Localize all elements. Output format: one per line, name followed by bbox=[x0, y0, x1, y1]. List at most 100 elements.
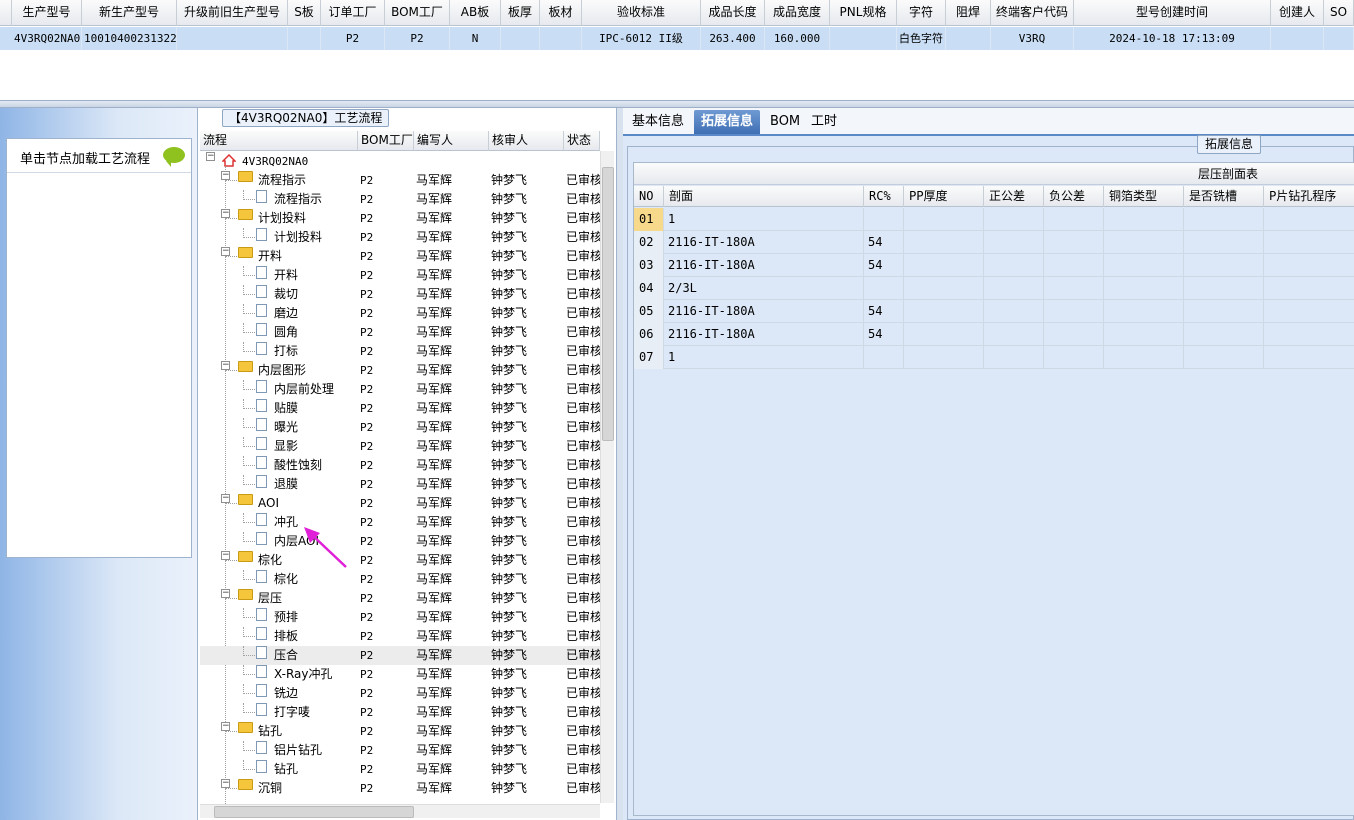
top-grid-header-cell[interactable]: S板 bbox=[288, 0, 321, 26]
tree-node-row[interactable]: 计划投料 P2 马军辉 钟梦飞 已审核 bbox=[200, 228, 600, 247]
top-grid-header-cell[interactable]: 生产型号 bbox=[12, 0, 82, 26]
profile-header-cell[interactable]: 铜箔类型 bbox=[1104, 186, 1184, 207]
profile-header-cell[interactable]: P片钻孔程序 bbox=[1264, 186, 1354, 207]
tree-node-row[interactable]: 贴膜 P2 马军辉 钟梦飞 已审核 bbox=[200, 399, 600, 418]
tree-node-row[interactable]: 显影 P2 马军辉 钟梦飞 已审核 bbox=[200, 437, 600, 456]
top-grid-header-cell[interactable]: 型号创建时间 bbox=[1074, 0, 1271, 26]
top-grid-header-cell[interactable]: PNL规格 bbox=[830, 0, 897, 26]
tree-node-row[interactable]: 酸性蚀刻 P2 马军辉 钟梦飞 已审核 bbox=[200, 456, 600, 475]
top-grid-header-cell[interactable]: 订单工厂 bbox=[321, 0, 385, 26]
profile-header-cell[interactable]: 剖面 bbox=[664, 186, 864, 207]
profile-row[interactable]: 03 2116-IT-180A 54 bbox=[634, 254, 1354, 277]
tree-node-row[interactable]: 打标 P2 马军辉 钟梦飞 已审核 bbox=[200, 342, 600, 361]
tree-collapse-icon[interactable]: − bbox=[221, 209, 230, 218]
profile-row[interactable]: 01 1 bbox=[634, 208, 1354, 231]
tree-node-row[interactable]: 预排 P2 马军辉 钟梦飞 已审核 bbox=[200, 608, 600, 627]
tree-node-row[interactable]: − 内层图形 P2 马军辉 钟梦飞 已审核 bbox=[200, 361, 600, 380]
tree-header-cell[interactable]: 编写人 bbox=[414, 131, 489, 151]
tree-collapse-icon[interactable]: − bbox=[221, 722, 230, 731]
tree-node-row[interactable]: 打字唛 P2 马军辉 钟梦飞 已审核 bbox=[200, 703, 600, 722]
tree-horizontal-scroll-thumb[interactable] bbox=[214, 806, 414, 818]
top-grid-header-cell[interactable]: SO bbox=[1324, 0, 1354, 26]
profile-header-cell[interactable]: RC% bbox=[864, 186, 904, 207]
profile-row[interactable]: 05 2116-IT-180A 54 bbox=[634, 300, 1354, 323]
top-grid-header-cell[interactable]: 板材 bbox=[540, 0, 582, 26]
horizontal-splitter[interactable] bbox=[0, 100, 1354, 108]
tree-node-row[interactable]: X-Ray冲孔 P2 马军辉 钟梦飞 已审核 bbox=[200, 665, 600, 684]
tree-node-status: 已审核 bbox=[566, 173, 600, 187]
tree-header-cell[interactable]: 流程 bbox=[200, 131, 358, 151]
tree-node-row[interactable]: 钻孔 P2 马军辉 钟梦飞 已审核 bbox=[200, 760, 600, 779]
tree-collapse-icon[interactable]: − bbox=[221, 361, 230, 370]
tree-header-cell[interactable]: 状态 bbox=[564, 131, 600, 151]
flow-load-caption-bar[interactable]: 单击节点加载工艺流程 bbox=[7, 139, 191, 173]
tree-collapse-icon[interactable]: − bbox=[221, 589, 230, 598]
tree-node-row[interactable]: 内层前处理 P2 马军辉 钟梦飞 已审核 bbox=[200, 380, 600, 399]
tree-node-status: 已审核 bbox=[566, 439, 600, 453]
tree-node-row[interactable]: 内层AOI P2 马军辉 钟梦飞 已审核 bbox=[200, 532, 600, 551]
tree-node-row[interactable]: 压合 P2 马军辉 钟梦飞 已审核 bbox=[200, 646, 600, 665]
top-grid-header-cell[interactable]: 新生产型号 bbox=[82, 0, 177, 26]
tree-node-row[interactable]: 冲孔 P2 马军辉 钟梦飞 已审核 bbox=[200, 513, 600, 532]
top-grid-header-cell[interactable]: 成品宽度 bbox=[765, 0, 830, 26]
top-grid-header-cell[interactable]: 成品长度 bbox=[701, 0, 765, 26]
tree-node-row[interactable]: 铝片钻孔 P2 马军辉 钟梦飞 已审核 bbox=[200, 741, 600, 760]
tab-extended-info[interactable]: 拓展信息 bbox=[694, 110, 761, 134]
profile-row[interactable]: 07 1 bbox=[634, 346, 1354, 369]
top-grid-header-cell[interactable]: BOM工厂 bbox=[385, 0, 450, 26]
tree-header-cell[interactable]: 核审人 bbox=[489, 131, 564, 151]
tree-node-row[interactable]: 磨边 P2 马军辉 钟梦飞 已审核 bbox=[200, 304, 600, 323]
tree-node-row[interactable]: − 层压 P2 马军辉 钟梦飞 已审核 bbox=[200, 589, 600, 608]
top-grid-header-cell[interactable]: 阻焊 bbox=[946, 0, 991, 26]
profile-row[interactable]: 06 2116-IT-180A 54 bbox=[634, 323, 1354, 346]
tree-root-row[interactable]: − 4V3RQ02NA0 bbox=[200, 152, 600, 171]
tree-horizontal-scrollbar[interactable] bbox=[200, 804, 600, 818]
profile-header-cell[interactable]: NO bbox=[634, 186, 664, 207]
tree-header-cell[interactable]: BOM工厂 bbox=[358, 131, 414, 151]
tree-vertical-scrollbar[interactable] bbox=[600, 151, 614, 803]
tree-vertical-scroll-thumb[interactable] bbox=[602, 167, 614, 441]
tree-node-row[interactable]: − 沉铜 P2 马军辉 钟梦飞 已审核 bbox=[200, 779, 600, 798]
profile-header-cell[interactable]: PP厚度 bbox=[904, 186, 984, 207]
tree-node-row[interactable]: − 流程指示 P2 马军辉 钟梦飞 已审核 bbox=[200, 171, 600, 190]
tree-collapse-icon[interactable]: − bbox=[221, 779, 230, 788]
tree-node-bom: P2 bbox=[360, 288, 374, 301]
tree-node-row[interactable]: 退膜 P2 马军辉 钟梦飞 已审核 bbox=[200, 475, 600, 494]
tree-node-row[interactable]: 圆角 P2 马军辉 钟梦飞 已审核 bbox=[200, 323, 600, 342]
tree-node-row[interactable]: − 钻孔 P2 马军辉 钟梦飞 已审核 bbox=[200, 722, 600, 741]
profile-row[interactable]: 04 2/3L bbox=[634, 277, 1354, 300]
top-grid-header-cell[interactable]: 创建人 bbox=[1271, 0, 1324, 26]
tree-collapse-icon[interactable]: − bbox=[206, 152, 215, 161]
profile-header-cell[interactable]: 是否铣槽 bbox=[1184, 186, 1264, 207]
profile-header-cell[interactable]: 负公差 bbox=[1044, 186, 1104, 207]
profile-row[interactable]: 02 2116-IT-180A 54 bbox=[634, 231, 1354, 254]
top-grid-header-cell[interactable]: 验收标准 bbox=[582, 0, 701, 26]
tree-node-row[interactable]: − 棕化 P2 马军辉 钟梦飞 已审核 bbox=[200, 551, 600, 570]
tree-collapse-icon[interactable]: − bbox=[221, 551, 230, 560]
tree-node-row[interactable]: − 开料 P2 马军辉 钟梦飞 已审核 bbox=[200, 247, 600, 266]
top-grid-header-cell[interactable]: 板厚 bbox=[501, 0, 540, 26]
tree-node-row[interactable]: 流程指示 P2 马军辉 钟梦飞 已审核 bbox=[200, 190, 600, 209]
tree-node-row[interactable]: 排板 P2 马军辉 钟梦飞 已审核 bbox=[200, 627, 600, 646]
tree-node-row[interactable]: − AOI P2 马军辉 钟梦飞 已审核 bbox=[200, 494, 600, 513]
tree-node-row[interactable]: 棕化 P2 马军辉 钟梦飞 已审核 bbox=[200, 570, 600, 589]
top-grid-header-cell[interactable]: AB板 bbox=[450, 0, 501, 26]
tree-node-label: 贴膜 bbox=[274, 401, 299, 415]
product-model-grid-row[interactable]: 4V3RQ02NA0 10010400231322 P2 P2 N IPC-6012 II… bbox=[0, 27, 1354, 50]
tab-work-hours[interactable]: 工时 bbox=[804, 110, 844, 134]
tab-basic-info[interactable]: 基本信息 bbox=[625, 110, 691, 134]
top-grid-header-cell[interactable]: 字符 bbox=[897, 0, 946, 26]
tree-node-row[interactable]: 裁切 P2 马军辉 钟梦飞 已审核 bbox=[200, 285, 600, 304]
tree-node-row[interactable]: − 计划投料 P2 马军辉 钟梦飞 已审核 bbox=[200, 209, 600, 228]
top-grid-header-cell[interactable]: 升级前旧生产型号 bbox=[177, 0, 288, 26]
tree-collapse-icon[interactable]: − bbox=[221, 494, 230, 503]
tab-bom[interactable]: BOM bbox=[763, 110, 807, 134]
tree-node-row[interactable]: 开料 P2 马军辉 钟梦飞 已审核 bbox=[200, 266, 600, 285]
top-grid-header-cell[interactable]: 终端客户代码 bbox=[991, 0, 1074, 26]
profile-header-cell[interactable]: 正公差 bbox=[984, 186, 1044, 207]
tree-node-row[interactable]: 铣边 P2 马军辉 钟梦飞 已审核 bbox=[200, 684, 600, 703]
tree-node-writer: 马军辉 bbox=[416, 439, 453, 453]
tree-collapse-icon[interactable]: − bbox=[221, 247, 230, 256]
tree-node-row[interactable]: 曝光 P2 马军辉 钟梦飞 已审核 bbox=[200, 418, 600, 437]
tree-collapse-icon[interactable]: − bbox=[221, 171, 230, 180]
